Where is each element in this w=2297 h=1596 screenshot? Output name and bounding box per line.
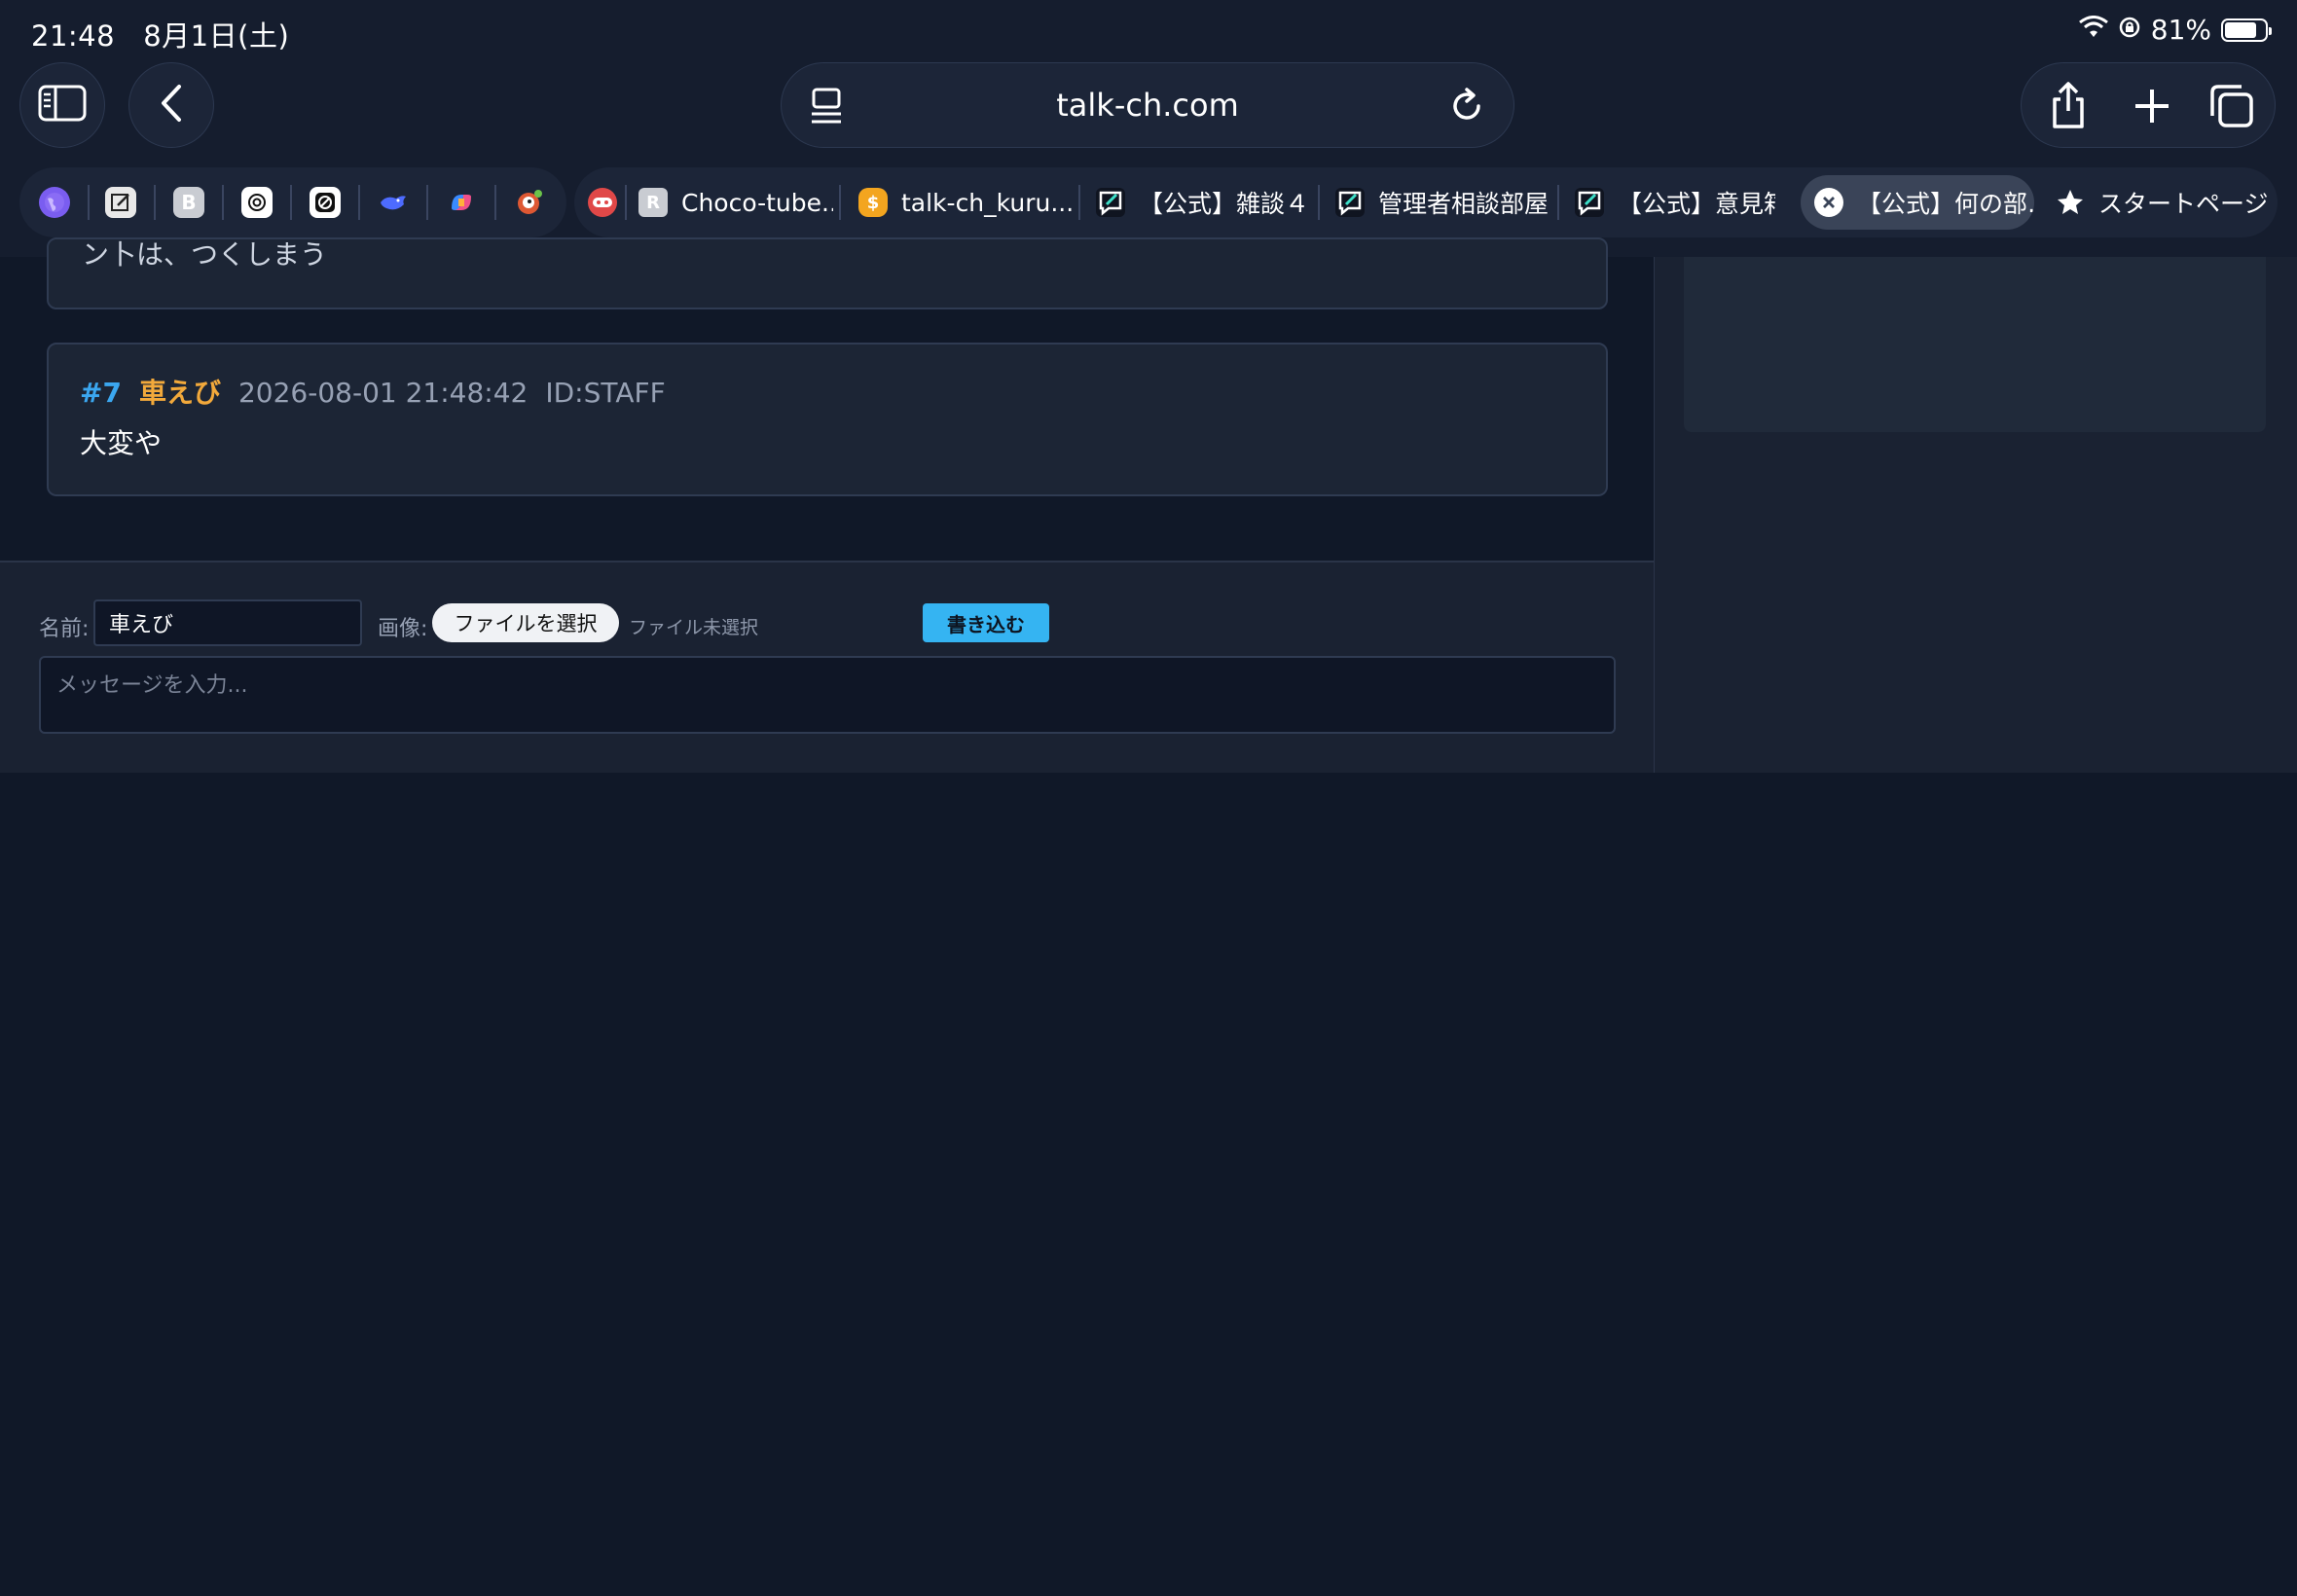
address-bar[interactable]: talk-ch.com xyxy=(781,62,1514,148)
talk-ch-icon xyxy=(1096,188,1125,217)
post-author: 車えび xyxy=(138,377,221,409)
browser-chrome: 21:48 8月1日(土) 81% talk-ch.com B R Choco-… xyxy=(0,0,2297,257)
tab-strip: R Choco-tube.. $ talk-ch_kuru... 【公式】雑談４… xyxy=(574,167,2278,237)
name-input[interactable] xyxy=(93,599,362,646)
duckduckgo-icon[interactable] xyxy=(514,187,545,218)
post-body: 大変や xyxy=(80,427,163,459)
favorites-bar: B xyxy=(19,167,566,237)
post-number[interactable]: #7 xyxy=(80,377,122,409)
share-icon[interactable] xyxy=(2045,82,2092,129)
post-date: 2026-08-01 21:48:42 xyxy=(237,377,529,409)
post-id: ID:STAFF xyxy=(545,377,666,409)
message-input[interactable] xyxy=(39,656,1616,734)
tab-opinion-box[interactable]: 【公式】意見箱… xyxy=(1575,175,1775,230)
tab-label: 【公式】意見箱… xyxy=(1618,190,1775,218)
submit-button[interactable]: 書き込む xyxy=(923,603,1049,642)
image-label: 画像: xyxy=(378,617,428,641)
tab-label: talk-ch_kuru... xyxy=(901,188,1073,217)
close-tab-icon[interactable] xyxy=(1814,188,1843,217)
deepseek-icon[interactable] xyxy=(378,187,409,218)
wifi-icon xyxy=(2078,14,2108,46)
reload-icon[interactable] xyxy=(1447,87,1486,129)
post-card-partial: ン卜は、つくしまう xyxy=(47,237,1608,309)
notes-icon[interactable] xyxy=(105,187,136,218)
tabs-overview-icon[interactable] xyxy=(2208,83,2255,129)
url-text: talk-ch.com xyxy=(1056,87,1239,124)
sidebar-card xyxy=(1684,257,2266,432)
status-time: 21:48 8月1日(土) xyxy=(31,19,290,53)
post-header: #7 車えび 2026-08-01 21:48:42 ID:STAFF xyxy=(80,372,666,411)
new-tab-icon[interactable] xyxy=(2129,83,2175,129)
status-indicators: 81% xyxy=(2078,14,2272,46)
tab-active[interactable]: 【公式】何の部… xyxy=(1801,175,2034,230)
tab-start-page[interactable]: スタートページ xyxy=(2056,175,2270,230)
tab-choco-tube[interactable]: R Choco-tube.. xyxy=(638,175,833,230)
name-label: 名前: xyxy=(39,617,90,641)
gamepad-icon xyxy=(588,188,617,217)
talk-ch-icon xyxy=(1335,188,1365,217)
page-menu-icon[interactable] xyxy=(809,87,844,129)
perplexity-icon[interactable] xyxy=(310,187,341,218)
tab-label: 【公式】何の部… xyxy=(1857,190,2034,218)
right-sidebar xyxy=(1655,257,2297,773)
tab-favicon: R xyxy=(638,188,668,217)
copilot-icon[interactable] xyxy=(446,187,477,218)
post-card: #7 車えび 2026-08-01 21:48:42 ID:STAFF 大変や xyxy=(47,343,1608,496)
tab-label: Choco-tube.. xyxy=(681,188,833,217)
page-content: ン卜は、つくしまう #7 車えび 2026-08-01 21:48:42 ID:… xyxy=(0,237,2297,1596)
battery-icon xyxy=(2221,18,2272,42)
star-icon xyxy=(2056,188,2085,217)
openai-icon[interactable] xyxy=(241,187,273,218)
tab-admin-room[interactable]: 管理者相談部屋 xyxy=(1335,175,1559,230)
tab-favicon: $ xyxy=(858,188,888,217)
chevron-left-icon xyxy=(160,84,183,127)
tab-label: 管理者相談部屋 xyxy=(1378,190,1550,218)
file-status: ファイル未選択 xyxy=(629,617,759,638)
b-icon[interactable]: B xyxy=(173,187,204,218)
tab-label: 【公式】雑談４ xyxy=(1139,190,1310,218)
post-body-partial: ン卜は、つくしまう xyxy=(82,238,328,271)
orientation-lock-icon xyxy=(2118,14,2141,46)
sidebar-icon xyxy=(38,85,87,126)
tab-game[interactable] xyxy=(588,175,621,230)
compose-form: 名前: 画像: ファイルを選択 ファイル未選択 書き込む xyxy=(0,561,1654,773)
globe-icon[interactable] xyxy=(39,187,70,218)
sidebar-toggle-button[interactable] xyxy=(19,62,105,148)
tab-label: スタートページ xyxy=(2098,190,2269,218)
tab-zatsudan[interactable]: 【公式】雑談４ xyxy=(1096,175,1310,230)
choose-file-button[interactable]: ファイルを選択 xyxy=(432,603,619,642)
back-button[interactable] xyxy=(128,62,214,148)
browser-actions xyxy=(2021,62,2276,148)
battery-percent: 81% xyxy=(2150,14,2211,46)
tab-talk-ch-kuru[interactable]: $ talk-ch_kuru... xyxy=(858,175,1073,230)
talk-ch-icon xyxy=(1575,188,1604,217)
